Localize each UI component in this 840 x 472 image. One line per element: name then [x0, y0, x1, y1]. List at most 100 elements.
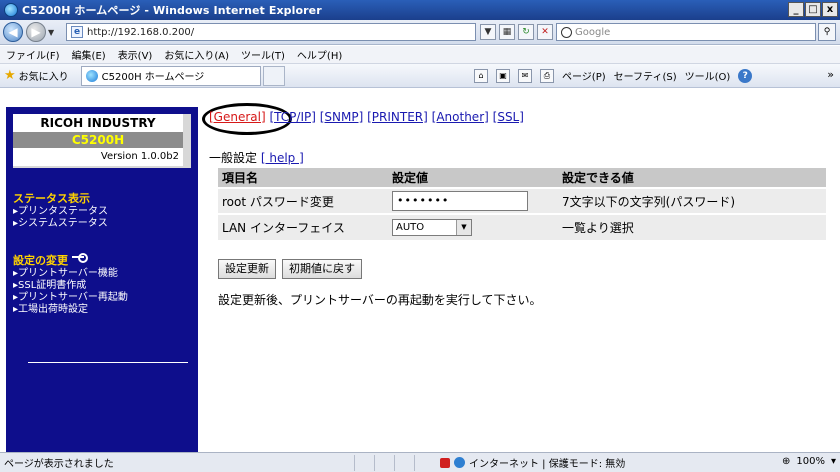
title-bar: C5200H ホームページ - Windows Internet Explore… — [0, 0, 840, 20]
maximize-button[interactable]: □ — [805, 2, 821, 17]
settings-heading: 設定の変更 — [13, 254, 68, 267]
close-button[interactable]: x — [822, 2, 838, 17]
reset-defaults-button[interactable]: 初期値に戻す — [282, 259, 362, 279]
section-title-row: 一般設定 [ help ] — [209, 149, 304, 166]
row-value-cell: AUTO ▼ — [388, 213, 558, 240]
row-allowed: 7文字以下の文字列(パスワード) — [558, 187, 826, 214]
status-section: ステータス表示 ▸プリンタステータス ▸システムステータス — [13, 190, 198, 230]
select-value: AUTO — [396, 222, 425, 233]
security-zone[interactable]: インターネット | 保護モード: 無効 — [440, 455, 625, 470]
shield-icon — [440, 457, 450, 468]
globe-icon — [454, 457, 465, 468]
forward-button[interactable]: ▶ — [26, 22, 46, 42]
settings-heading-row: 設定の変更 — [13, 252, 198, 268]
table-row: root パスワード変更 ••••••• 7文字以下の文字列(パスワード) — [218, 187, 826, 214]
menu-edit[interactable]: 編集(E) — [72, 47, 106, 62]
sidebar-item-factory-reset[interactable]: ▸工場出荷時設定 — [13, 304, 198, 316]
menu-tools[interactable]: ツール(T) — [241, 47, 285, 62]
tab-ssl[interactable]: [SSL] — [493, 110, 524, 124]
tab-tcpip[interactable]: [TCP/IP] — [269, 110, 315, 124]
feeds-icon[interactable]: ▣ — [496, 68, 510, 83]
column-header-name: 項目名 — [218, 168, 388, 188]
menu-help[interactable]: ヘルプ(H) — [297, 47, 342, 62]
settings-table: 項目名 設定値 設定できる値 root パスワード変更 ••••••• 7文字以… — [218, 168, 826, 240]
brand-name: RICOH INDUSTRY — [13, 114, 183, 132]
favorites-star-icon[interactable]: ★ — [4, 68, 16, 83]
menu-favorites[interactable]: お気に入り(A) — [164, 47, 229, 62]
menu-file[interactable]: ファイル(F) — [6, 47, 60, 62]
sidebar-item-system-status[interactable]: ▸システムステータス — [13, 218, 198, 230]
table-header-row: 項目名 設定値 設定できる値 — [218, 168, 826, 188]
page-icon: e — [71, 26, 83, 38]
zoom-level: 100% — [796, 456, 825, 467]
key-icon — [72, 253, 88, 263]
search-icon — [561, 26, 572, 38]
tab-another[interactable]: [Another] — [432, 110, 489, 124]
dropdown-arrow-icon[interactable]: ▼ — [480, 24, 496, 40]
status-cell — [354, 454, 374, 471]
home-icon[interactable]: ⌂ — [474, 68, 488, 83]
lan-interface-select[interactable]: AUTO ▼ — [392, 219, 472, 236]
row-name: LAN インターフェイス — [218, 213, 388, 240]
tab-general[interactable]: [General] — [209, 110, 266, 124]
chevron-more-icon[interactable]: » — [827, 68, 834, 81]
tab-snmp[interactable]: [SNMP] — [320, 110, 364, 124]
version-label: Version 1.0.0b2 — [13, 148, 183, 166]
window-title: C5200H ホームページ - Windows Internet Explore… — [22, 4, 322, 17]
minimize-button[interactable]: _ — [788, 2, 804, 17]
status-cell — [414, 454, 434, 471]
search-input[interactable]: Google — [556, 23, 816, 41]
tab-title: C5200H ホームページ — [101, 72, 205, 83]
menu-bar: ファイル(F) 編集(E) 表示(V) お気に入り(A) ツール(T) ヘルプ(… — [0, 46, 840, 64]
chevron-down-icon: ▼ — [456, 220, 471, 235]
update-settings-button[interactable]: 設定更新 — [218, 259, 276, 279]
tab-ie-icon — [85, 69, 98, 82]
browser-tab[interactable]: C5200H ホームページ — [80, 65, 261, 86]
status-cells — [354, 454, 434, 471]
status-heading: ステータス表示 — [13, 192, 90, 205]
back-button[interactable]: ◀ — [3, 22, 23, 42]
sidebar-item-ssl-cert[interactable]: ▸SSL証明書作成 — [13, 280, 198, 292]
row-name: root パスワード変更 — [218, 187, 388, 214]
search-button[interactable]: ⚲ — [818, 23, 836, 41]
password-field[interactable]: ••••••• — [392, 191, 528, 211]
stop-icon[interactable]: ✕ — [537, 24, 553, 40]
address-actions: ▼ ▦ ↻ ✕ — [480, 24, 553, 40]
page-content: RICOH INDUSTRY C5200H Version 1.0.0b2 ステ… — [0, 89, 840, 452]
page-menu[interactable]: ページ(P) — [562, 68, 606, 83]
sidebar-divider — [28, 362, 188, 363]
address-bar: ◀ ▶ ▼ e http://192.168.0.200/ ▼ ▦ ↻ ✕ Go… — [0, 20, 840, 45]
sidebar-item-restart[interactable]: ▸プリントサーバー再起動 — [13, 292, 198, 304]
favorites-button[interactable]: お気に入り — [19, 68, 69, 83]
sidebar-item-printer-status[interactable]: ▸プリンタステータス — [13, 206, 198, 218]
help-icon[interactable]: ? — [738, 68, 753, 83]
sidebar-item-print-server[interactable]: ▸プリントサーバー機能 — [13, 268, 198, 280]
safety-menu[interactable]: セーフティ(S) — [614, 68, 677, 83]
compat-view-icon[interactable]: ▦ — [499, 24, 515, 40]
chevron-down-icon: ▾ — [830, 456, 836, 467]
mail-icon[interactable]: ✉ — [518, 68, 532, 83]
favorites-bar: ★ お気に入り C5200H ホームページ ⌂ ▣ ✉ ⎙ ページ(P) セーフ… — [0, 64, 840, 88]
tools-menu[interactable]: ツール(O) — [685, 68, 731, 83]
command-bar: ⌂ ▣ ✉ ⎙ ページ(P) セーフティ(S) ツール(O) ? — [474, 68, 753, 83]
sidebar: RICOH INDUSTRY C5200H Version 1.0.0b2 ステ… — [6, 107, 198, 452]
action-buttons: 設定更新 初期値に戻す — [218, 259, 362, 279]
search-placeholder: Google — [575, 26, 611, 38]
help-link[interactable]: [ help ] — [261, 151, 304, 165]
refresh-icon[interactable]: ↻ — [518, 24, 534, 40]
column-header-value: 設定値 — [388, 168, 558, 188]
ie-logo-icon — [4, 3, 18, 17]
zoom-control[interactable]: ⊕ 100% ▾ — [782, 456, 836, 467]
tab-printer[interactable]: [PRINTER] — [367, 110, 428, 124]
section-title: 一般設定 — [209, 151, 258, 165]
column-header-allowed: 設定できる値 — [558, 168, 826, 188]
menu-view[interactable]: 表示(V) — [118, 47, 153, 62]
status-text: ページが表示されました — [4, 459, 114, 470]
history-dropdown-icon[interactable]: ▼ — [48, 28, 58, 37]
print-icon[interactable]: ⎙ — [540, 68, 554, 83]
url-text: http://192.168.0.200/ — [87, 26, 195, 38]
settings-tabs: [General] [TCP/IP] [SNMP] [PRINTER] [Ano… — [209, 110, 524, 124]
url-input[interactable]: e http://192.168.0.200/ — [66, 23, 476, 41]
restart-notice: 設定更新後、プリントサーバーの再起動を実行して下さい。 — [218, 293, 542, 307]
new-tab-button[interactable] — [262, 65, 285, 86]
